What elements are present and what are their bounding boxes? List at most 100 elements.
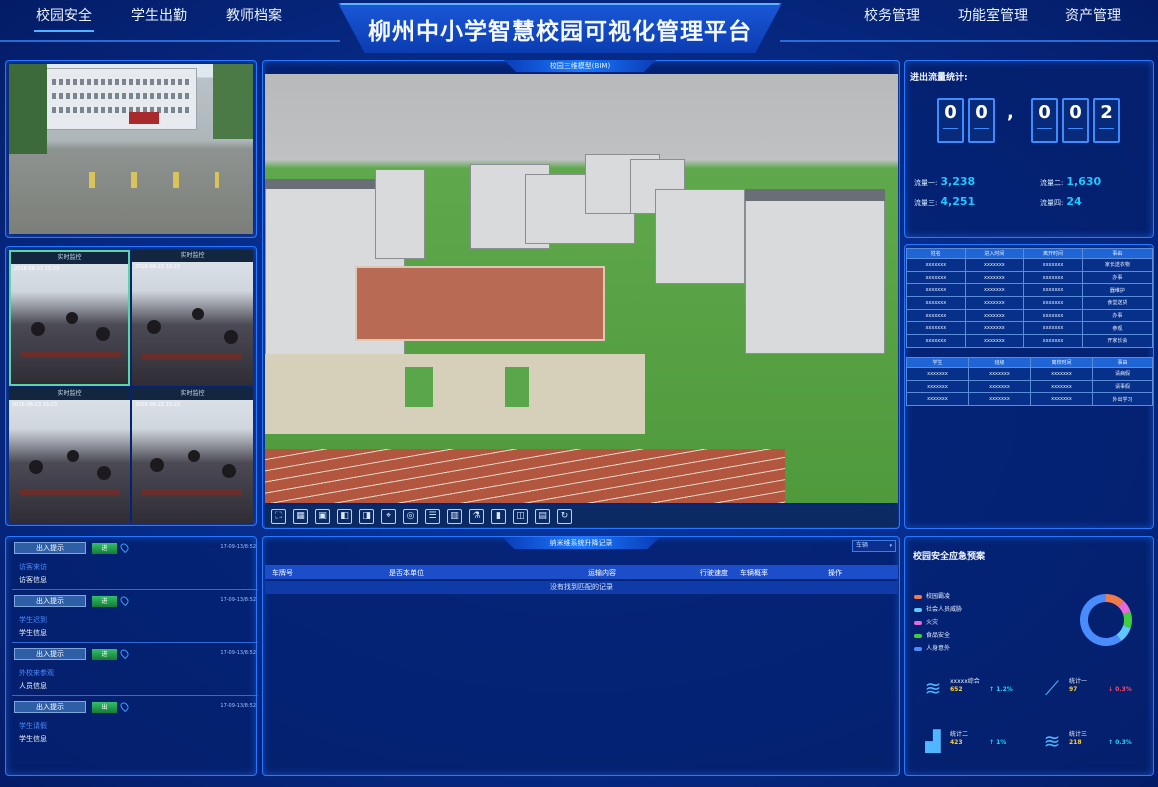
line-chart-icon: ⟋ <box>1045 676 1059 700</box>
layers-icon: ≋ <box>1043 729 1061 753</box>
divider <box>12 695 258 696</box>
location-pin-icon[interactable] <box>118 594 131 607</box>
donut-slice <box>1118 601 1131 615</box>
table-cell: xxxxxxx <box>1030 367 1093 381</box>
legend-label: 校园霸凌 <box>926 593 951 600</box>
table-header-row: 学生 班级 离校时间 事由 <box>906 357 1153 368</box>
refresh-icon[interactable]: ↻ <box>557 508 572 524</box>
column-header: 事由 <box>1092 357 1153 368</box>
table-cell: xxxxxxx <box>1023 308 1083 323</box>
bim-model-tag: 校园三维模型(BIM) <box>504 60 656 72</box>
table-row[interactable]: xxxxxxx xxxxxxx xxxxxxx 办事 <box>906 308 1154 323</box>
table-row[interactable]: xxxxxxx xxxxxxx xxxxxxx 食堂送货 <box>906 296 1154 310</box>
camera-feed-4[interactable]: 实时监控 2016-08-23 15:23 <box>132 388 253 524</box>
legend-item: 人身意外 <box>914 643 950 652</box>
nav-campus-safety[interactable]: 校园安全 <box>34 6 94 32</box>
table-row[interactable]: xxxxxxx xxxxxxx xxxxxxx 请事假 <box>906 379 1153 394</box>
emergency-title: 校园安全应急预案 <box>913 552 986 562</box>
building-icon[interactable]: ▥ <box>447 508 462 524</box>
next-icon[interactable]: ◨ <box>359 508 374 524</box>
globe-icon[interactable]: ◎ <box>403 508 418 524</box>
table-cell: xxxxxxx <box>1023 334 1083 348</box>
grid-icon[interactable]: ▦ <box>293 508 308 524</box>
donut-slice <box>1080 594 1122 646</box>
flow-value: 24 <box>1066 195 1082 208</box>
table-row[interactable]: xxxxxxx xxxxxxx xxxxxxx 开家长会 <box>906 334 1154 348</box>
table-row[interactable]: xxxxxxx xxxxxxx xxxxxxx 办事 <box>906 270 1154 285</box>
entry-alert-button[interactable]: 出入提示 <box>14 701 86 713</box>
flow-value: 4,251 <box>940 195 976 208</box>
bar-chart-icon[interactable]: ▮ <box>491 508 506 524</box>
table-cell: 请病假 <box>1092 367 1153 381</box>
table-cell: xxxxxxx <box>906 334 966 348</box>
entry-status-badge: 出 <box>92 702 117 713</box>
model-toolbar: ⛶ ▦ ▣ ◧ ◨ ⌖ ◎ ☰ ▥ ⚗ ▮ ◫ ▤ ↻ <box>265 505 898 527</box>
table-row[interactable]: xxxxxxx xxxxxxx xxxxxxx 参观 <box>906 321 1154 336</box>
classroom-monitor-panel: 实时监控 2016-08-23 15:23 实时监控 2016-08-23 15… <box>5 246 257 526</box>
table-row[interactable]: xxxxxxx xxxxxxx xxxxxxx 器维护 <box>906 283 1154 298</box>
entry-alert-button[interactable]: 出入提示 <box>14 542 86 554</box>
entry-type: 学生迟到 <box>19 616 47 624</box>
camera-feed-3[interactable]: 实时监控 2016-08-23 15:23 <box>9 388 130 524</box>
running-track <box>265 449 785 503</box>
table-cell: xxxxxxx <box>906 283 966 298</box>
map-icon[interactable]: ⌖ <box>381 508 396 524</box>
location-pin-icon[interactable] <box>118 541 131 554</box>
table-row[interactable]: xxxxxxx xxxxxxx xxxxxxx 请病假 <box>906 367 1153 381</box>
legend-swatch <box>914 607 922 612</box>
nav-student-attendance[interactable]: 学生出勤 <box>128 6 190 32</box>
nav-function-rooms[interactable]: 功能室管理 <box>955 6 1031 32</box>
entry-alert-button[interactable]: 出入提示 <box>14 595 86 607</box>
entry-info: 学生信息 <box>19 735 47 743</box>
location-pin-icon[interactable] <box>118 700 131 713</box>
nav-teacher-records[interactable]: 教师档案 <box>223 6 285 32</box>
campus-3d-model[interactable] <box>265 74 898 503</box>
layout-icon[interactable]: ▣ <box>315 508 330 524</box>
nav-school-affairs[interactable]: 校务管理 <box>861 6 923 32</box>
digit-separator: , <box>1007 102 1014 123</box>
prev-icon[interactable]: ◧ <box>337 508 352 524</box>
legend-label: 人身意外 <box>926 645 951 652</box>
emergency-donut-chart <box>1080 594 1132 646</box>
gate-sign <box>129 112 159 124</box>
table-cell: xxxxxxx <box>1030 392 1093 407</box>
stat-change: ↑ 0.3% <box>1108 739 1132 746</box>
table-cell: xxxxxxx <box>906 258 966 272</box>
document-icon[interactable]: ▤ <box>535 508 550 524</box>
camera-timestamp: 2016-08-23 15:23 <box>135 402 181 408</box>
location-pin-icon[interactable] <box>118 647 131 660</box>
entry-alert-panel: 出入提示进 17-09-13/8:52 访客来访 访客信息 出入提示进 17-09-13/… <box>5 536 258 776</box>
chat-icon[interactable]: ☰ <box>425 508 440 524</box>
entry-alert-button[interactable]: 出入提示 <box>14 648 86 660</box>
legend-swatch <box>914 620 922 625</box>
entry-item: 出入提示进 17-09-13/8:52 访客来访 访客信息 <box>12 540 258 590</box>
school-gate-camera[interactable] <box>9 64 253 234</box>
nav-assets[interactable]: 资产管理 <box>1062 6 1124 32</box>
plaza <box>265 354 645 434</box>
table-row[interactable]: xxxxxxx xxxxxxx xxxxxxx 家长送衣物 <box>906 258 1154 272</box>
bollards <box>89 172 219 188</box>
column-header: 离开时间 <box>1023 248 1083 259</box>
camera-feed-2[interactable]: 实时监控 2016-08-23 15:23 <box>132 250 253 386</box>
table-row[interactable]: xxxxxxx xxxxxxx xxxxxxx 外出学习 <box>906 392 1153 407</box>
stat-label: 统计三 <box>1069 731 1088 738</box>
table-cell: xxxxxxx <box>1030 379 1093 394</box>
lab-icon[interactable]: ⚗ <box>469 508 484 524</box>
visitor-table: 姓名 进入时间 离开时间 事由 xxxxxxx xxxxxxx xxxxxxx 家长送衣物 xx… <box>906 248 1154 348</box>
table-cell: 外出学习 <box>1092 392 1153 407</box>
table-cell: xxxxxxx <box>964 296 1025 310</box>
camera-header: 实时监控 <box>11 252 128 264</box>
donut-slice <box>1116 625 1131 642</box>
table-cell: xxxxxxx <box>964 334 1025 348</box>
car-icon[interactable]: ◫ <box>513 508 528 524</box>
table-cell: 家长送衣物 <box>1081 258 1154 272</box>
camera-header: 实时监控 <box>132 250 253 262</box>
table-cell: 参观 <box>1081 321 1154 336</box>
student-leave-table: 学生 班级 离校时间 事由 xxxxxxx xxxxxxx xxxxxxx 请病假 xxxxxx… <box>906 357 1153 407</box>
table-cell: xxxxxxx <box>906 367 969 381</box>
fullscreen-icon[interactable]: ⛶ <box>271 508 286 524</box>
camera-feed-1[interactable]: 实时监控 2016-08-23 15:23 <box>9 250 130 386</box>
vehicle-filter-select[interactable]: 车辆 ▾ <box>852 540 896 552</box>
divider <box>12 642 258 643</box>
basketball-courts <box>355 266 605 341</box>
